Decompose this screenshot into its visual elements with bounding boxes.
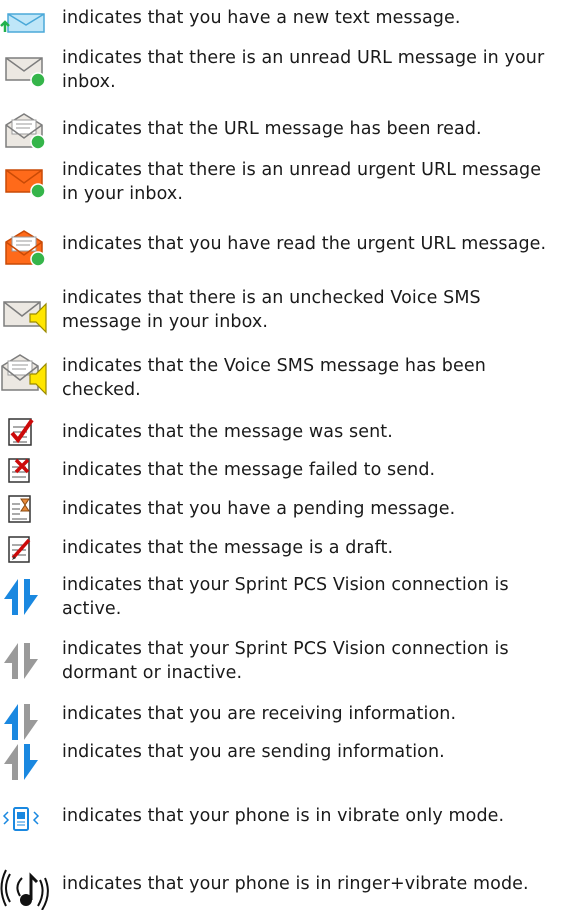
- icon-description: indicates that there is an unchecked Voi…: [62, 288, 481, 332]
- icon-description: indicates that your Sprint PCS Vision co…: [62, 639, 509, 683]
- checked-voice-sms-icon: [0, 352, 52, 396]
- message-sent-icon: [0, 417, 52, 447]
- ringer-vibrate-icon: [0, 866, 52, 910]
- unread-url-message-icon: [0, 52, 52, 88]
- icon-description: indicates that you are receiving informa…: [62, 704, 457, 724]
- unread-urgent-url-message-icon: [0, 164, 52, 198]
- read-url-message-icon: [0, 111, 52, 151]
- icon-description: indicates that the message is a draft.: [62, 538, 394, 558]
- icon-description: indicates that the message failed to sen…: [62, 460, 436, 480]
- vision-dormant-icon: [0, 641, 52, 681]
- message-pending-icon: [0, 494, 52, 524]
- icon-description: indicates that your phone is in ringer+v…: [62, 874, 529, 894]
- icon-description: indicates that your Sprint PCS Vision co…: [62, 575, 509, 619]
- icon-description: indicates that the URL message has been …: [62, 119, 482, 139]
- sending-data-icon: [0, 742, 52, 782]
- icon-description: indicates that you have a new text messa…: [62, 8, 461, 28]
- receiving-data-icon: [0, 702, 52, 742]
- icon-description: indicates that your phone is in vibrate …: [62, 806, 505, 826]
- icon-description: indicates that you have read the urgent …: [62, 234, 547, 254]
- icon-description: indicates that there is an unread urgent…: [62, 160, 542, 204]
- icon-description: indicates that the message was sent.: [62, 422, 393, 442]
- read-urgent-url-message-icon: [0, 228, 52, 268]
- message-failed-icon: [0, 456, 52, 484]
- vision-active-icon: [0, 577, 52, 617]
- icon-description: indicates that there is an unread URL me…: [62, 48, 545, 92]
- icon-description: indicates that the Voice SMS message has…: [62, 356, 486, 400]
- vibrate-only-icon: [0, 806, 52, 832]
- icon-description: indicates that you are sending informati…: [62, 742, 445, 762]
- icon-description: indicates that you have a pending messag…: [62, 499, 456, 519]
- message-draft-icon: [0, 534, 52, 564]
- new-text-message-icon: [0, 8, 52, 34]
- unchecked-voice-sms-icon: [0, 296, 52, 334]
